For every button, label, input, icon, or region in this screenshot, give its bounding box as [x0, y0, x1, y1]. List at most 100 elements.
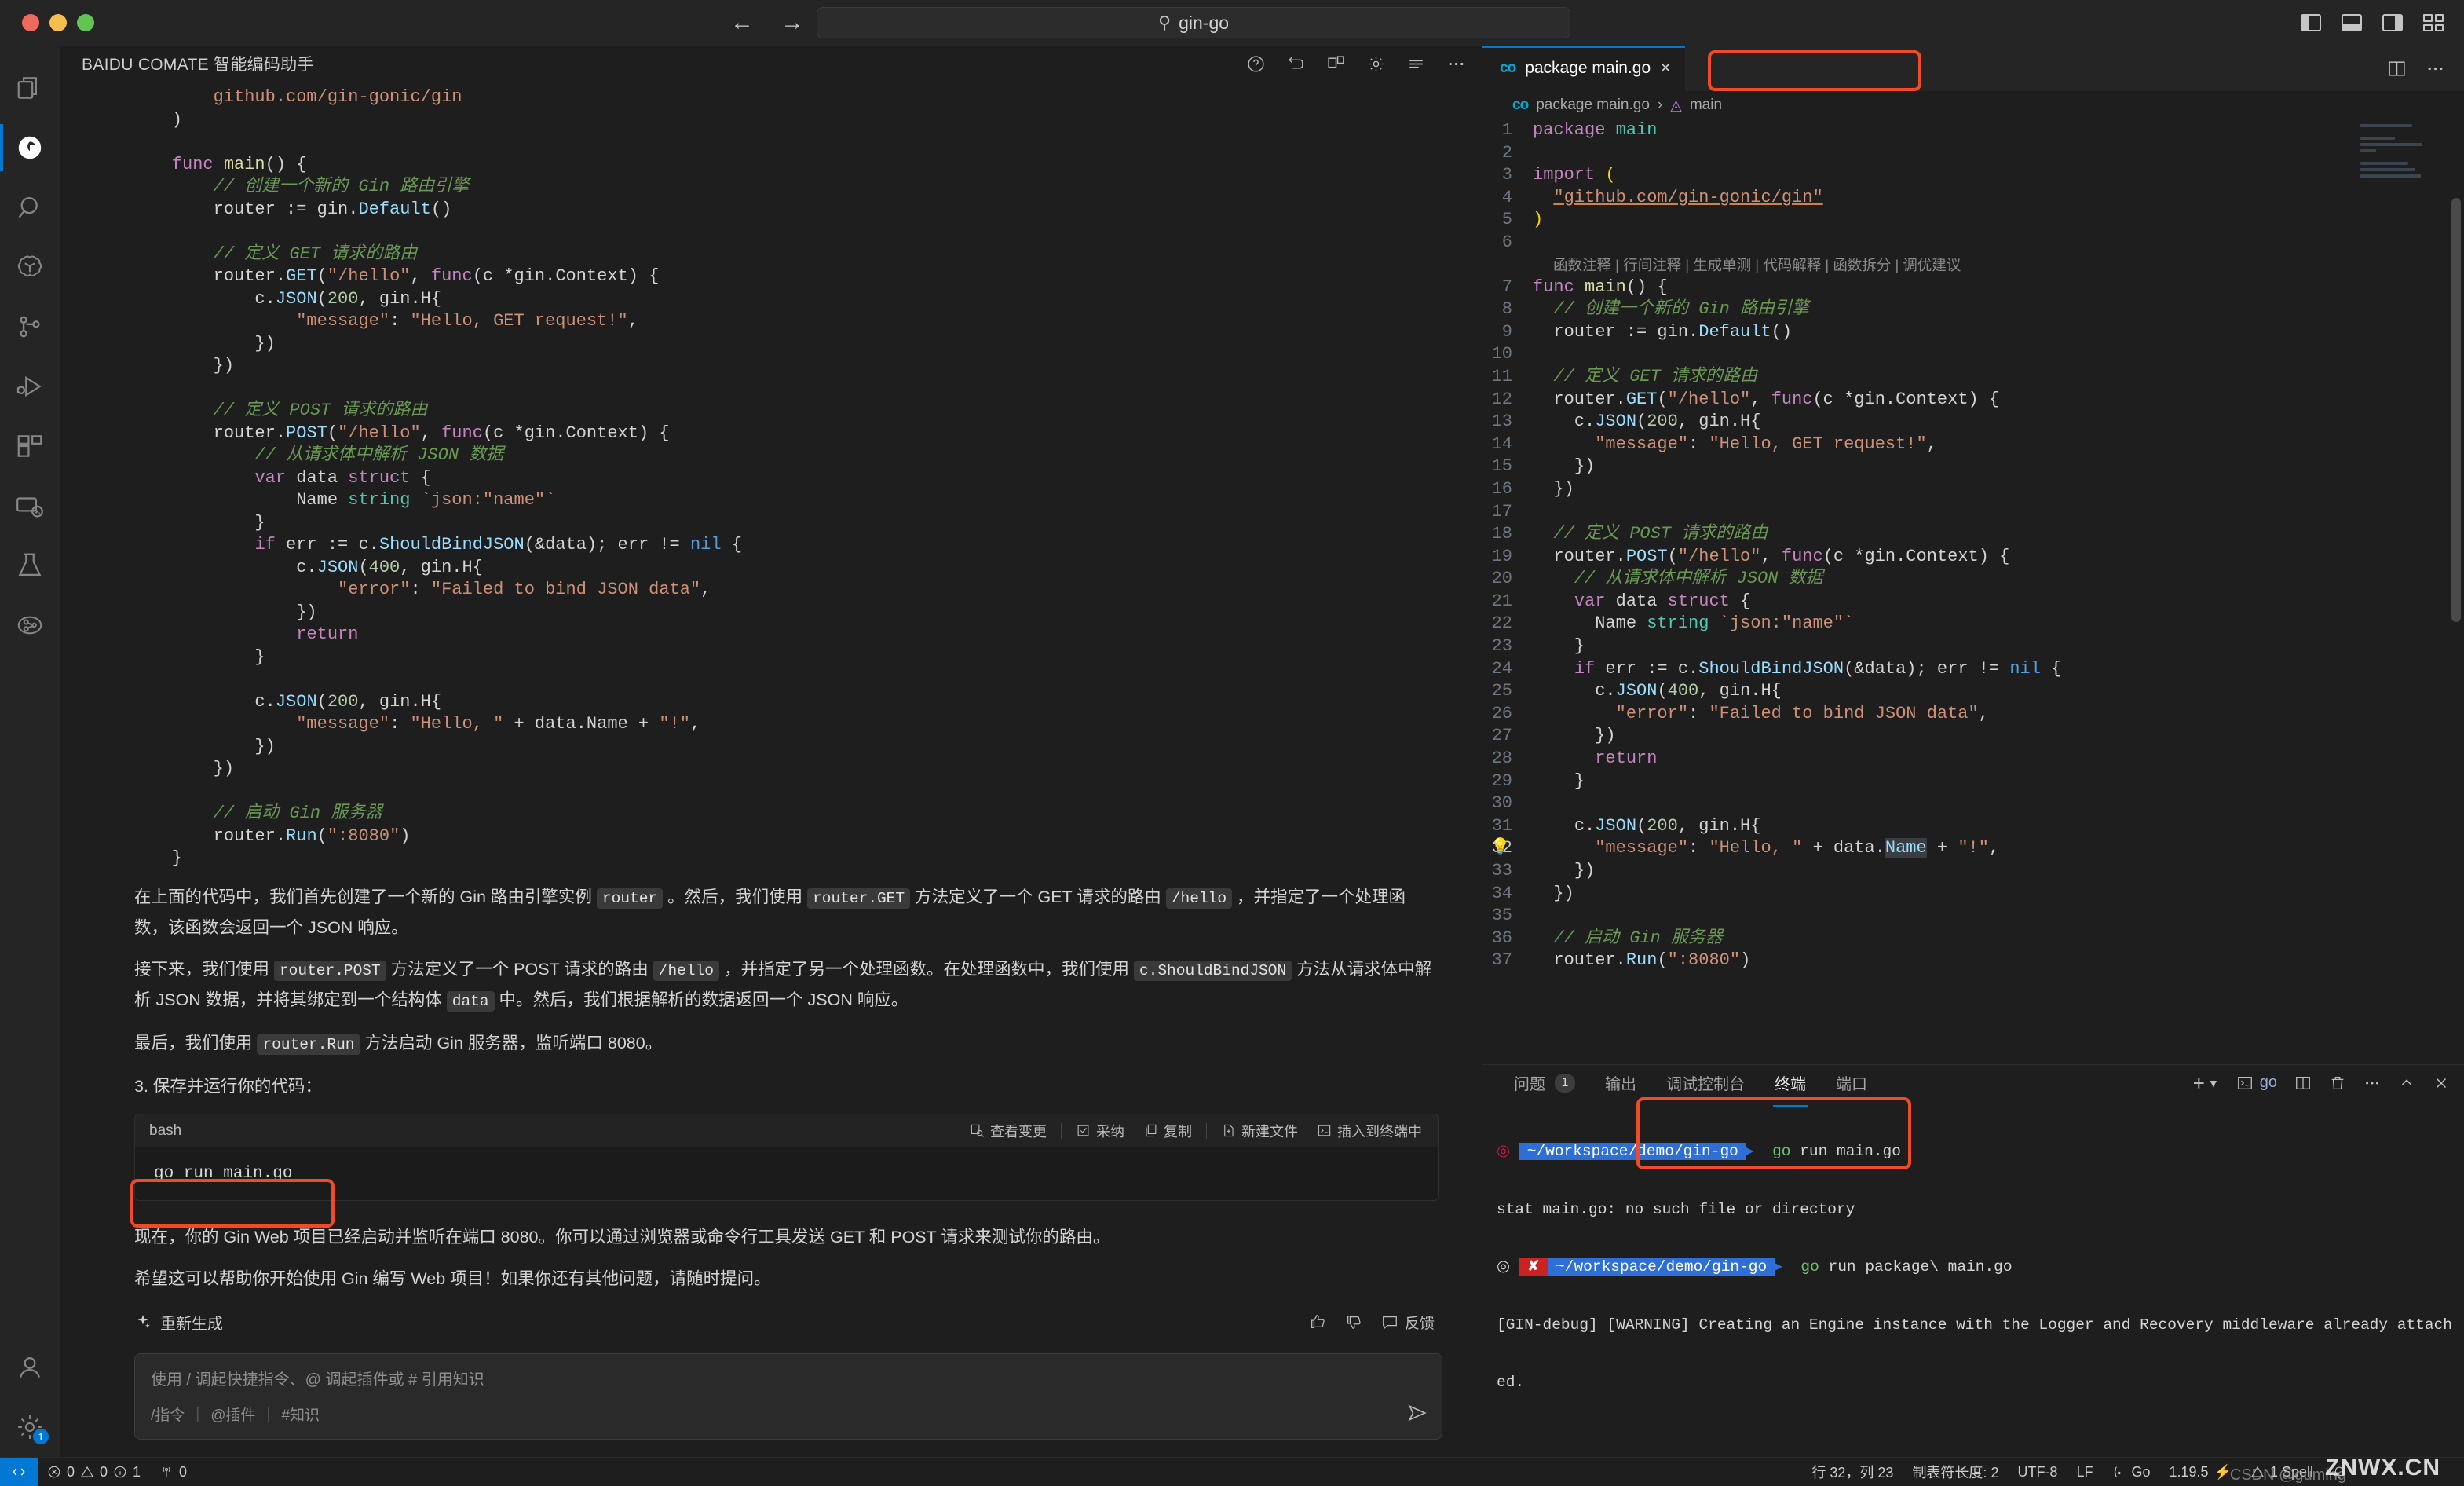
- forward-arrow-icon[interactable]: →: [781, 11, 804, 35]
- sidebar-item-extensions[interactable]: [0, 416, 60, 476]
- more-actions-icon[interactable]: [2426, 59, 2445, 79]
- sidebar-item-graph[interactable]: [0, 595, 60, 655]
- sidebar-item-remote-explorer[interactable]: [0, 476, 60, 536]
- breadcrumb-file[interactable]: package main.go: [1536, 97, 1650, 114]
- sidebar-item-explorer[interactable]: [0, 58, 60, 118]
- insert-to-terminal-button[interactable]: 插入到终端中: [1312, 1119, 1427, 1143]
- info-count: 1: [133, 1464, 141, 1481]
- kill-terminal-icon[interactable]: [2329, 1074, 2346, 1092]
- new-file-button[interactable]: 新建文件: [1216, 1119, 1303, 1143]
- chat-title: BAIDU COMATE 智能编码助手: [82, 52, 314, 75]
- settings-gear-icon[interactable]: [1366, 54, 1386, 74]
- tab-problems[interactable]: 问题 1: [1512, 1065, 1577, 1100]
- minimize-window-button[interactable]: [49, 14, 67, 31]
- chevron-right-icon: ›: [1658, 97, 1662, 114]
- breadcrumb[interactable]: co package main.go › ◬ main: [1482, 91, 2464, 119]
- chip-command[interactable]: /指令: [151, 1404, 185, 1425]
- close-icon[interactable]: ×: [1660, 59, 1671, 78]
- sidebar-item-testing[interactable]: [0, 536, 60, 595]
- terminal-output[interactable]: ◎ ~/workspace/demo/gin-go▸ go run main.g…: [1482, 1100, 2464, 1486]
- navigation-buttons[interactable]: ← →: [730, 11, 804, 35]
- more-icon[interactable]: [1446, 54, 1466, 74]
- panel-tab-bar[interactable]: 问题 1 输出 调试控制台 终端 端口 + ▼ go: [1482, 1065, 2464, 1100]
- accept-button[interactable]: 采纳: [1071, 1119, 1129, 1143]
- sidebar-item-settings[interactable]: 1: [0, 1397, 60, 1457]
- code-line: [1533, 792, 1543, 815]
- chip-knowledge[interactable]: #知识: [281, 1404, 320, 1425]
- line-number: 30: [1482, 792, 1533, 815]
- code-line: router.GET("/hello", func(c *gin.Context…: [1533, 389, 1999, 412]
- send-button[interactable]: [1407, 1403, 1428, 1428]
- split-terminal-icon[interactable]: [2294, 1074, 2312, 1092]
- sidebar-item-source-control[interactable]: [0, 297, 60, 357]
- layout-control-buttons[interactable]: [2301, 14, 2444, 31]
- tab-debug-console[interactable]: 调试控制台: [1665, 1065, 1746, 1100]
- customize-layout-icon[interactable]: [2423, 14, 2444, 31]
- activity-bar[interactable]: 1: [0, 46, 60, 1457]
- sidebar-item-search[interactable]: [0, 178, 60, 237]
- more-icon[interactable]: [2363, 1074, 2381, 1092]
- thumbs-up-icon[interactable]: [1309, 1313, 1326, 1330]
- line-number: 10: [1482, 343, 1533, 366]
- chat-input[interactable]: 使用 / 调起快捷指令、@ 调起插件或 # 引用知识 /指令 | @插件 | #…: [134, 1353, 1442, 1440]
- remote-indicator[interactable]: [0, 1458, 38, 1486]
- menu-icon[interactable]: [1406, 54, 1426, 74]
- tab-ports[interactable]: 端口: [1834, 1065, 1869, 1100]
- feedback-button[interactable]: 反馈: [1381, 1312, 1435, 1333]
- lightbulb-icon[interactable]: 💡: [1490, 837, 1510, 860]
- help-icon[interactable]: [1246, 54, 1266, 74]
- toggle-primary-sidebar-icon[interactable]: [2301, 14, 2321, 31]
- feedback-controls[interactable]: 反馈: [1309, 1312, 1435, 1333]
- add-terminal-button[interactable]: + ▼: [2193, 1073, 2219, 1093]
- tab-terminal[interactable]: 终端: [1773, 1065, 1808, 1100]
- chat-input-chips[interactable]: /指令 | @插件 | #知识: [151, 1404, 1426, 1425]
- close-panel-icon[interactable]: [2433, 1074, 2450, 1092]
- code-block-header: bash 查看变更 采纳 复制: [135, 1114, 1438, 1147]
- line-number: 27: [1482, 725, 1533, 748]
- tab-output[interactable]: 输出: [1603, 1065, 1638, 1100]
- insert-to-terminal-label: 插入到终端中: [1337, 1121, 1422, 1141]
- close-window-button[interactable]: [22, 14, 39, 31]
- history-icon[interactable]: [1286, 54, 1306, 74]
- maximize-window-button[interactable]: [77, 14, 94, 31]
- problems-status[interactable]: 0 0 1: [38, 1464, 150, 1481]
- toggle-panel-icon[interactable]: [2342, 14, 2362, 31]
- editor-scrollbar[interactable]: [2451, 198, 2461, 622]
- view-changes-button[interactable]: 查看变更: [965, 1119, 1051, 1143]
- toggle-secondary-sidebar-icon[interactable]: [2382, 14, 2403, 31]
- radio-count: 0: [179, 1464, 187, 1481]
- regenerate-button[interactable]: 重新生成: [134, 1311, 223, 1334]
- code-line: var data struct {: [1533, 591, 1750, 613]
- code-line: [1533, 343, 1543, 366]
- inline-code: c.ShouldBindJSON: [1134, 961, 1292, 981]
- chat-header-toolbar[interactable]: [1246, 54, 1466, 74]
- window-title-bar: ← → ⚲ gin-go: [0, 0, 2464, 46]
- line-number: 33: [1482, 860, 1533, 883]
- command-search-input[interactable]: ⚲ gin-go: [817, 7, 1570, 38]
- view-changes-label: 查看变更: [990, 1121, 1047, 1141]
- thumbs-down-icon[interactable]: [1345, 1313, 1362, 1330]
- feedback-label: 反馈: [1405, 1312, 1435, 1333]
- copy-button[interactable]: 复制: [1139, 1119, 1197, 1143]
- tab-package-main-go[interactable]: co package main.go ×: [1482, 46, 1686, 91]
- panel-actions[interactable]: + ▼ go: [2193, 1073, 2450, 1093]
- code-block-actions[interactable]: 查看变更 采纳 复制: [965, 1119, 1427, 1143]
- sidebar-item-comate[interactable]: [0, 118, 60, 178]
- split-editor-icon[interactable]: [2387, 59, 2407, 79]
- sidebar-item-run-debug[interactable]: [0, 357, 60, 416]
- back-arrow-icon[interactable]: ←: [730, 11, 754, 35]
- radio-tower-status[interactable]: 0: [150, 1464, 196, 1481]
- codelens-hints[interactable]: 函数注释 | 行间注释 | 生成单测 | 代码解释 | 函数拆分 | 调优建议: [1482, 254, 2464, 276]
- minimap[interactable]: [2360, 124, 2447, 181]
- window-traffic-lights[interactable]: [0, 14, 94, 31]
- chevron-down-icon[interactable]: ▼: [2208, 1077, 2219, 1089]
- editor-actions[interactable]: [2387, 46, 2464, 91]
- code-editor[interactable]: 1package main 2 3import ( 4 "github.com/…: [1482, 119, 2464, 1064]
- sidebar-item-openai[interactable]: [0, 237, 60, 297]
- new-chat-icon[interactable]: [1326, 54, 1346, 74]
- maximize-panel-icon[interactable]: [2398, 1074, 2415, 1092]
- breadcrumb-symbol[interactable]: main: [1690, 97, 1722, 114]
- chip-plugin[interactable]: @插件: [210, 1404, 255, 1425]
- shell-indicator[interactable]: go: [2236, 1074, 2277, 1092]
- sidebar-item-accounts[interactable]: [0, 1338, 60, 1397]
